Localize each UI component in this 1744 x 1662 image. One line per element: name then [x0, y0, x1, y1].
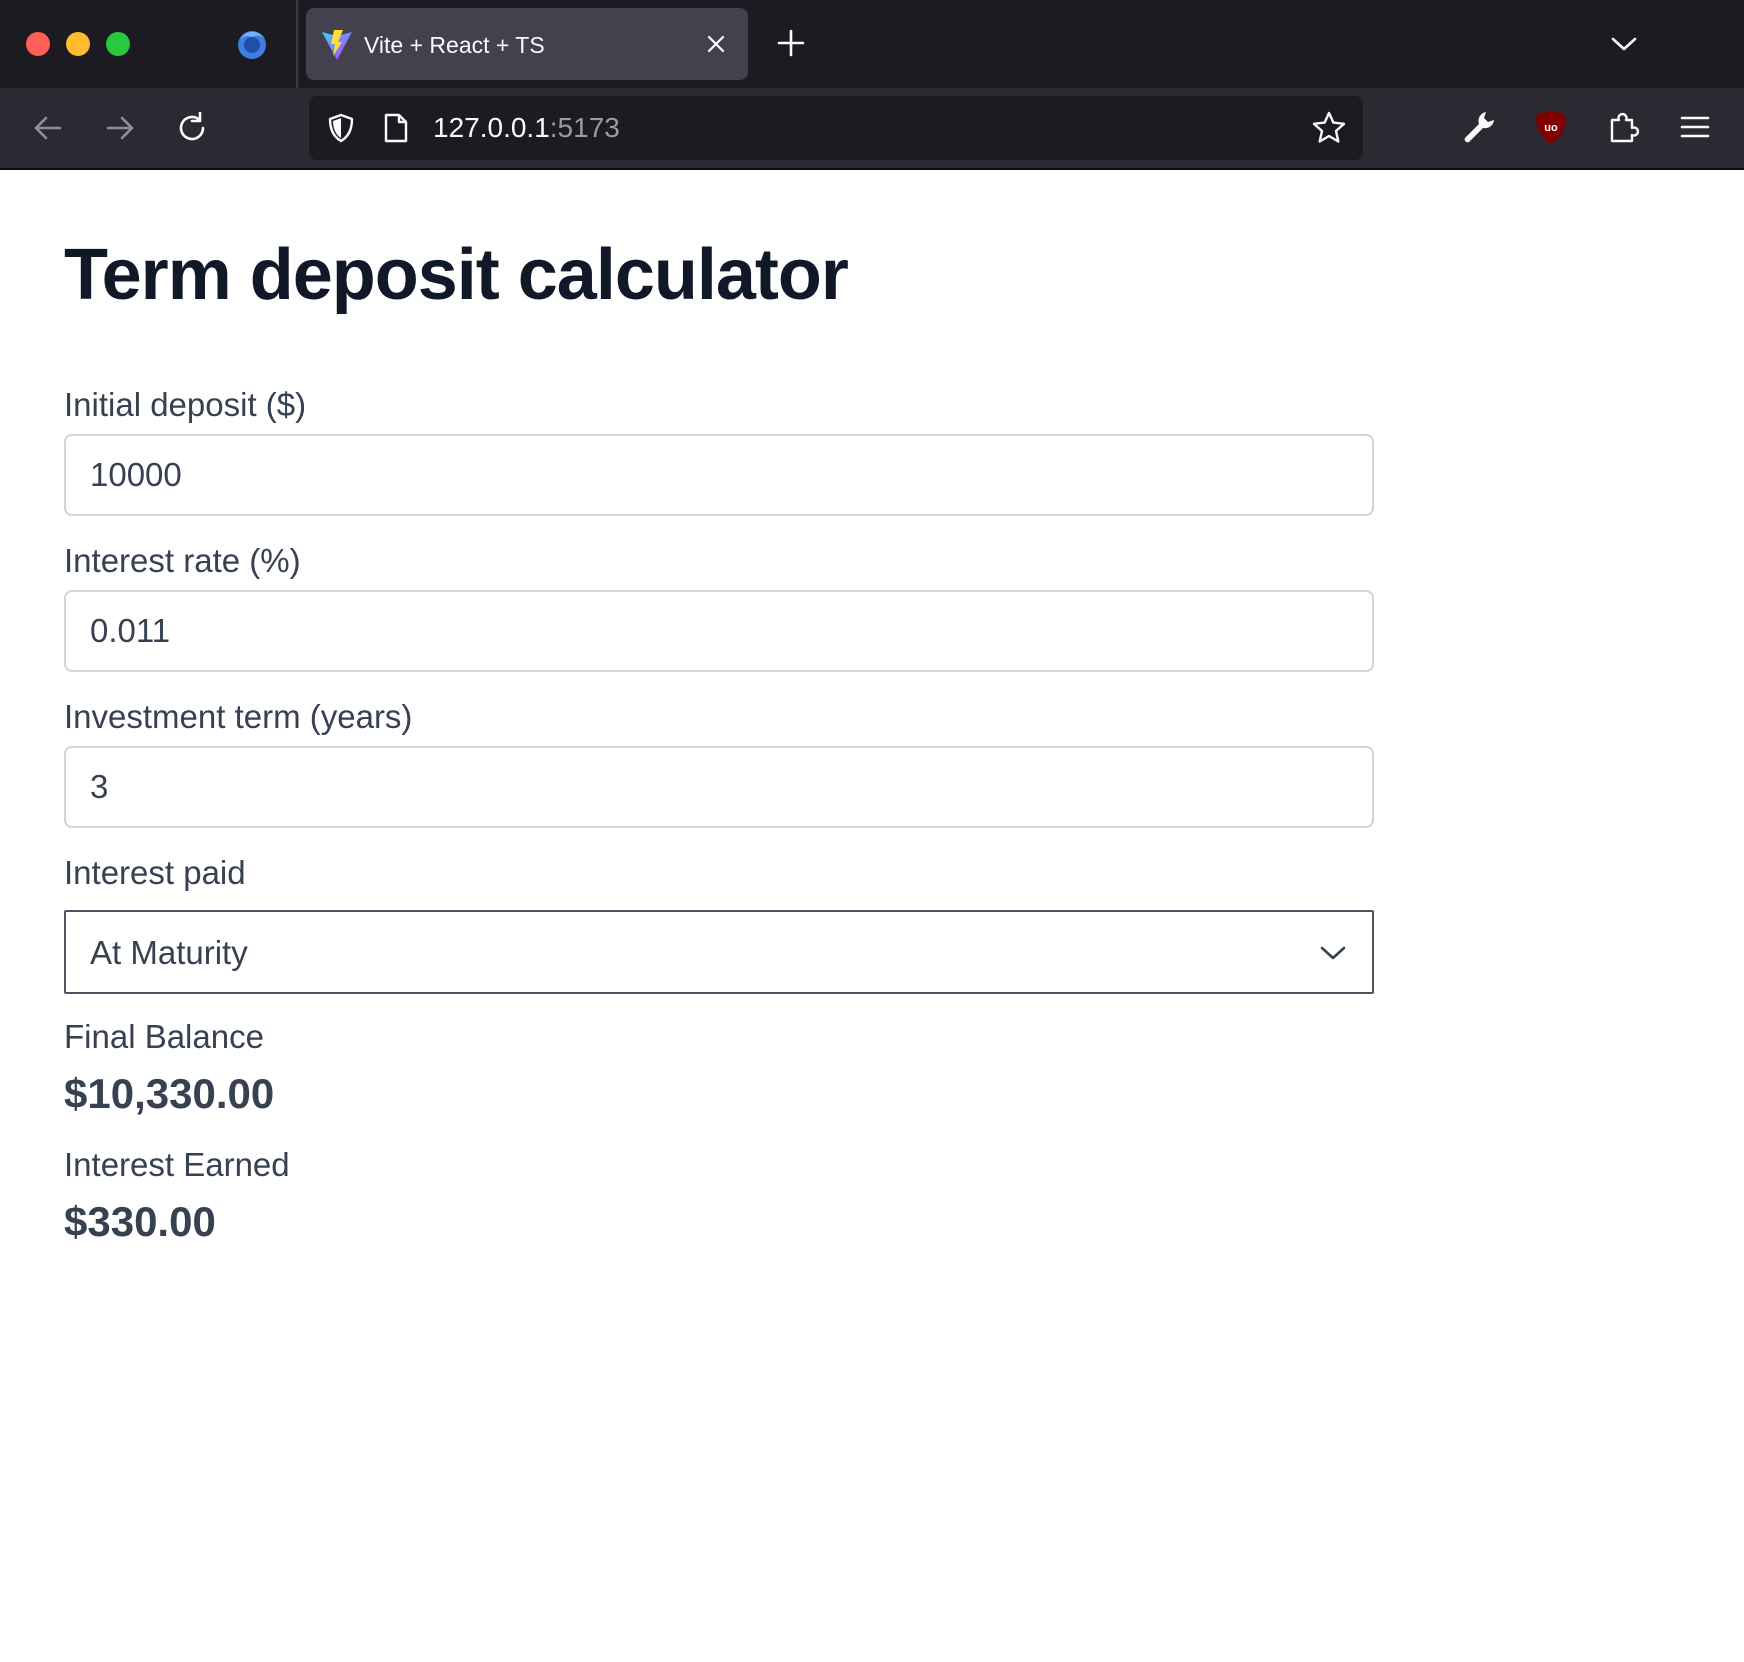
initial-deposit-value: 10000: [90, 456, 182, 493]
close-icon[interactable]: [702, 30, 730, 58]
chevron-down-icon[interactable]: [1610, 30, 1638, 58]
close-window-button[interactable]: [26, 32, 50, 56]
hamburger-menu-icon[interactable]: [1676, 108, 1714, 146]
investment-term-input[interactable]: 3: [64, 746, 1374, 828]
tab-divider: [296, 0, 298, 88]
star-icon[interactable]: [1311, 110, 1347, 146]
chevron-down-icon: [1320, 946, 1346, 960]
tab-active[interactable]: Vite + React + TS: [306, 8, 748, 80]
url-text[interactable]: 127.0.0.1:5173: [433, 112, 620, 144]
forward-arrow-icon[interactable]: [102, 110, 138, 146]
browser-window: Vite + React + TS 127.0.0.1:5173 uo Term…: [0, 0, 1744, 1662]
ublock-icon[interactable]: uo: [1532, 108, 1570, 146]
investment-term-label: Investment term (years): [64, 698, 413, 735]
url-port: :5173: [549, 112, 620, 143]
interest-earned-value: $330.00: [64, 1198, 216, 1245]
plus-icon[interactable]: [776, 28, 806, 58]
interest-rate-label: Interest rate (%): [64, 542, 301, 579]
wrench-icon[interactable]: [1460, 108, 1498, 146]
back-arrow-icon[interactable]: [30, 110, 66, 146]
extensions-icon[interactable]: [1604, 108, 1642, 146]
url-bar[interactable]: 127.0.0.1:5173: [309, 96, 1363, 160]
firefox-logo-icon[interactable]: [235, 27, 269, 61]
interest-paid-select[interactable]: At Maturity: [64, 910, 1374, 994]
final-balance-value: $10,330.00: [64, 1070, 275, 1117]
reload-icon[interactable]: [174, 110, 210, 146]
svg-text:uo: uo: [1544, 122, 1558, 134]
page-icon[interactable]: [381, 112, 411, 144]
interest-paid-selected-value: At Maturity: [90, 934, 248, 971]
final-balance-label: Final Balance: [64, 1018, 264, 1055]
interest-earned-label: Interest Earned: [64, 1146, 290, 1183]
page-title: Term deposit calculator: [64, 235, 849, 315]
interest-rate-value: 0.011: [90, 612, 171, 649]
navigation-toolbar: 127.0.0.1:5173 uo: [0, 88, 1744, 170]
initial-deposit-label: Initial deposit ($): [64, 386, 307, 423]
initial-deposit-input[interactable]: 10000: [64, 434, 1374, 516]
vite-favicon-icon: [322, 30, 352, 60]
interest-paid-label: Interest paid: [64, 854, 246, 891]
tab-strip: Vite + React + TS: [0, 0, 1744, 88]
page-content: Term deposit calculator Initial deposit …: [0, 170, 1744, 1662]
tab-title: Vite + React + TS: [364, 32, 545, 58]
minimize-window-button[interactable]: [66, 32, 90, 56]
shield-icon[interactable]: [325, 112, 357, 144]
interest-rate-input[interactable]: 0.011: [64, 590, 1374, 672]
url-host: 127.0.0.1: [433, 112, 550, 143]
maximize-window-button[interactable]: [106, 32, 130, 56]
investment-term-value: 3: [90, 768, 109, 805]
